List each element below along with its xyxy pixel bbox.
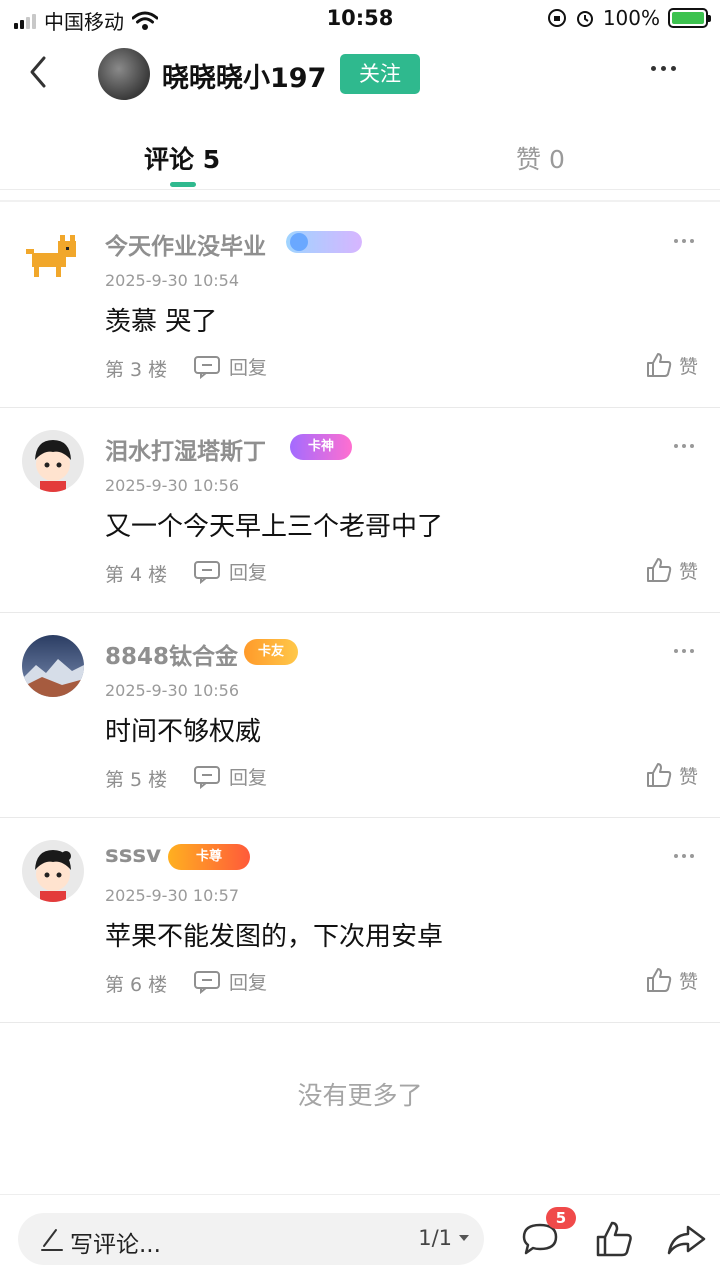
comment-item: sssv 卡尊 2025-9-30 10:57 苹果不能发图的，下次用安卓 第 …: [0, 818, 720, 1023]
reply-icon: [194, 970, 220, 994]
battery-percent: 100%: [602, 6, 660, 30]
tab-indicator: [170, 182, 196, 187]
more-icon[interactable]: [674, 239, 694, 243]
floor-number: 第 3 楼: [105, 359, 168, 381]
comment-time: 2025-9-30 10:57: [105, 886, 239, 905]
badge-icon: 卡神: [290, 434, 352, 460]
avatar[interactable]: [22, 635, 84, 697]
more-icon[interactable]: [674, 444, 694, 448]
tab-likes[interactable]: 赞 0: [516, 140, 565, 176]
comment-text: 羡慕 哭了: [105, 307, 218, 337]
comment-item: 8848钛合金 卡友 2025-9-30 10:56 时间不够权威 第 5 楼 …: [0, 613, 720, 818]
like-label: 赞: [678, 355, 698, 378]
comment-count-badge: 5: [546, 1207, 576, 1229]
thumb-up-icon: [646, 968, 672, 992]
comment-author[interactable]: 8848钛合金: [105, 637, 238, 671]
badge-icon: 卡尊: [168, 844, 250, 870]
rotation-lock-icon: [547, 9, 566, 27]
avatar[interactable]: [22, 225, 84, 287]
reply-label: 回复: [229, 562, 268, 584]
comment-text: 时间不够权威: [105, 717, 262, 747]
back-icon[interactable]: [22, 52, 58, 92]
floor-number: 第 6 楼: [105, 974, 168, 996]
more-icon[interactable]: [651, 66, 676, 71]
page-indicator: 1/1: [418, 1226, 452, 1250]
comment-input-placeholder: 写评论...: [70, 1232, 161, 1258]
comment-time: 2025-9-30 10:56: [105, 476, 239, 495]
like-button[interactable]: 赞: [645, 966, 698, 994]
reply-label: 回复: [229, 357, 268, 379]
status-bar: 中国移动 10:58 100%: [0, 0, 720, 36]
thumb-up-icon: [646, 353, 672, 377]
avatar[interactable]: [22, 840, 84, 902]
reply-icon: [194, 765, 220, 789]
battery-icon: [668, 8, 711, 28]
more-icon[interactable]: [674, 649, 694, 653]
badge-icon: [286, 231, 362, 253]
pen-icon: [41, 1229, 63, 1251]
comment-time: 2025-9-30 10:56: [105, 681, 239, 700]
reply-label: 回复: [229, 972, 268, 994]
comment-input[interactable]: 写评论... 1/1: [18, 1213, 484, 1265]
page-title: 晓晓晓小197: [162, 63, 327, 94]
tab-comments[interactable]: 评论 5: [144, 140, 220, 176]
like-label: 赞: [678, 560, 698, 583]
comment-author[interactable]: 泪水打湿塔斯丁: [105, 432, 266, 466]
like-button[interactable]: 赞: [645, 351, 698, 379]
comment-item: 泪水打湿塔斯丁 卡神 2025-9-30 10:56 又一个今天早上三个老哥中了…: [0, 408, 720, 613]
comment-item: 今天作业没毕业 2025-9-30 10:54 羡慕 哭了 第 3 楼 回复 赞: [0, 203, 720, 408]
more-icon[interactable]: [674, 854, 694, 858]
tab-bar: 评论 5 赞 0: [0, 120, 720, 190]
reply-button[interactable]: 回复: [193, 558, 267, 585]
page-selector[interactable]: 1/1: [418, 1226, 470, 1250]
thumb-up-icon: [646, 763, 672, 787]
bottom-bar: 写评论... 1/1 5: [0, 1194, 720, 1280]
reply-button[interactable]: 回复: [193, 763, 267, 790]
avatar[interactable]: [98, 48, 150, 100]
thumb-up-icon[interactable]: [592, 1217, 636, 1261]
floor-number: 第 5 楼: [105, 769, 168, 791]
reply-icon: [194, 560, 220, 584]
comment-author[interactable]: sssv: [105, 842, 161, 868]
reply-button[interactable]: 回复: [193, 968, 267, 995]
reply-icon: [194, 355, 220, 379]
caret-down-icon: [459, 1235, 469, 1241]
badge-icon: 卡友: [244, 639, 298, 665]
divider: [0, 200, 720, 202]
end-of-list-text: 没有更多了: [297, 1081, 423, 1110]
like-label: 赞: [678, 970, 698, 993]
avatar[interactable]: [22, 430, 84, 492]
floor-number: 第 4 楼: [105, 564, 168, 586]
alarm-icon: [576, 11, 593, 27]
thumb-up-icon: [646, 558, 672, 582]
share-icon[interactable]: [664, 1217, 708, 1261]
header: 晓晓晓小197 关注: [0, 36, 720, 112]
comment-text: 又一个今天早上三个老哥中了: [105, 512, 444, 542]
comment-author[interactable]: 今天作业没毕业: [105, 227, 266, 261]
like-label: 赞: [678, 765, 698, 788]
like-button[interactable]: 赞: [645, 556, 698, 584]
like-button[interactable]: 赞: [645, 761, 698, 789]
comment-time: 2025-9-30 10:54: [105, 271, 239, 290]
comment-text: 苹果不能发图的，下次用安卓: [105, 922, 444, 952]
reply-button[interactable]: 回复: [193, 353, 267, 380]
follow-button[interactable]: 关注: [340, 54, 420, 94]
reply-label: 回复: [229, 767, 268, 789]
